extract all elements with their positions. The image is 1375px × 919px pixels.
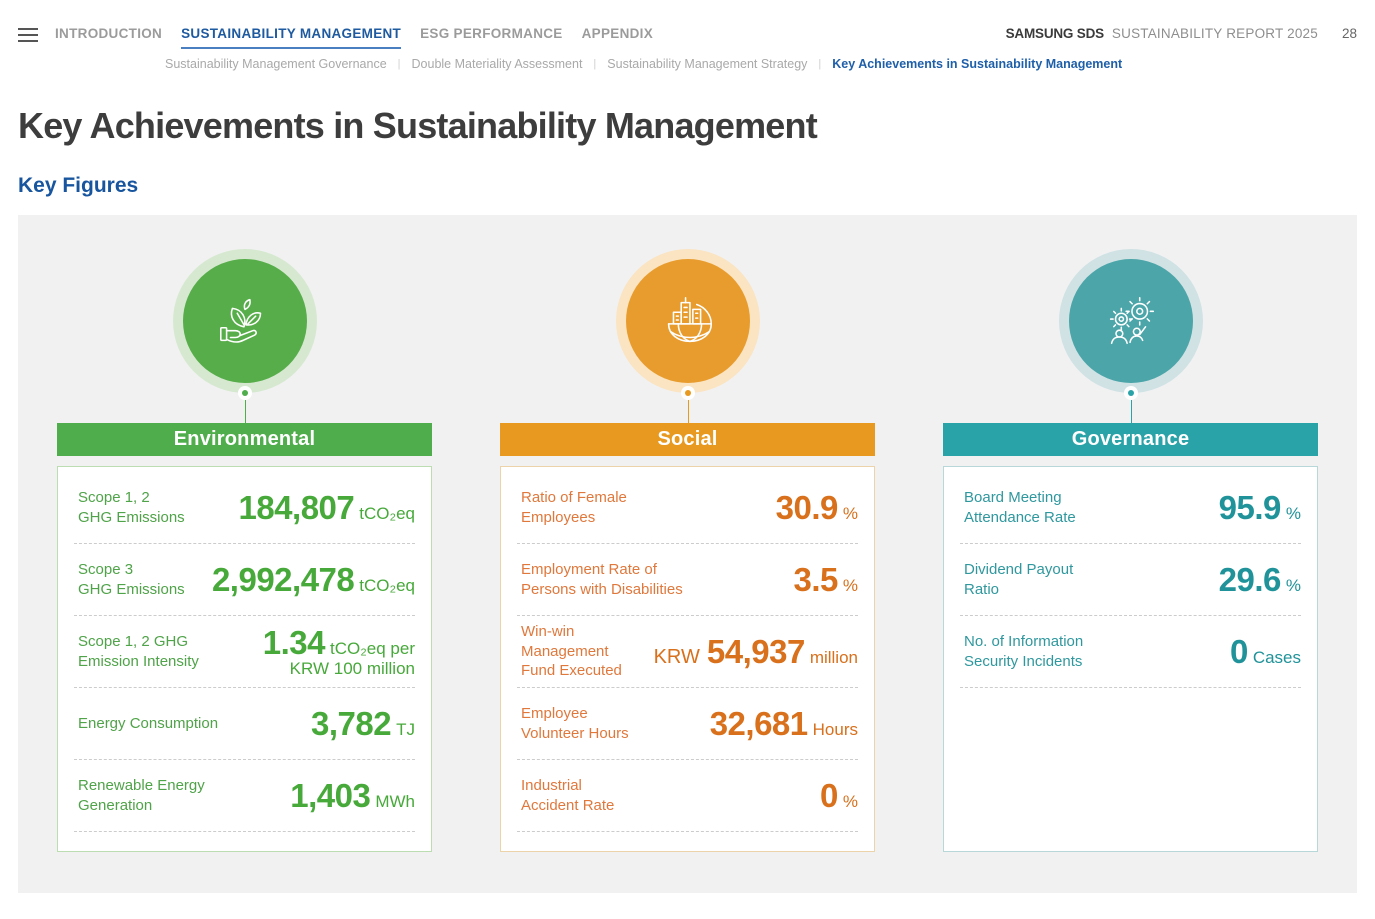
- environmental-header: Environmental: [57, 423, 432, 456]
- kpi-value: 3.5%: [794, 562, 859, 598]
- connector-dot: [238, 386, 252, 400]
- sub-nav: Sustainability Management Governance | D…: [165, 57, 1357, 71]
- kpi-value: 95.9%: [1219, 490, 1301, 526]
- governance-header: Governance: [943, 423, 1318, 456]
- kpi-row: Energy Consumption 3,782TJ: [74, 688, 415, 760]
- report-meta: SAMSUNG SDS SUSTAINABILITY REPORT 2025 2…: [1006, 26, 1357, 41]
- kpi-value: 1,403MWh: [290, 778, 415, 814]
- buildings-globe-icon: [657, 290, 719, 352]
- nav-esg-performance[interactable]: ESG PERFORMANCE: [420, 26, 563, 49]
- kpi-label: Scope 1, 2 GHG Emissions: [74, 488, 185, 527]
- pillar-governance: Governance Board Meeting Attendance Rate…: [943, 249, 1318, 893]
- kpi-value: 3,782TJ: [311, 706, 415, 742]
- kpi-label: Energy Consumption: [74, 714, 218, 734]
- key-figures-panel: Environmental Scope 1, 2 GHG Emissions 1…: [18, 215, 1357, 893]
- social-circle: [616, 249, 760, 393]
- social-header: Social: [500, 423, 875, 456]
- section-title: Key Figures: [18, 174, 1375, 198]
- kpi-value: 0%: [820, 778, 858, 814]
- governance-kpi-box: Board Meeting Attendance Rate 95.9% Divi…: [943, 466, 1318, 852]
- kpi-value: 32,681Hours: [710, 706, 858, 742]
- nav-sustainability-management[interactable]: SUSTAINABILITY MANAGEMENT: [181, 26, 401, 49]
- subnav-key-achievements[interactable]: Key Achievements in Sustainability Manag…: [832, 57, 1122, 71]
- kpi-label: Scope 3 GHG Emissions: [74, 560, 185, 599]
- kpi-label: Dividend Payout Ratio: [960, 560, 1073, 599]
- kpi-label: Scope 1, 2 GHG Emission Intensity: [74, 632, 199, 671]
- subnav-governance[interactable]: Sustainability Management Governance: [165, 57, 387, 71]
- connector-line: [1131, 400, 1132, 423]
- page-number: 28: [1342, 26, 1357, 41]
- menu-icon[interactable]: [18, 28, 38, 42]
- kpi-label: Industrial Accident Rate: [517, 776, 614, 815]
- top-bar: INTRODUCTION SUSTAINABILITY MANAGEMENT E…: [0, 0, 1375, 71]
- kpi-row: Win-win Management Fund Executed KRW54,9…: [517, 616, 858, 688]
- connector-line: [688, 400, 689, 423]
- kpi-row: Industrial Accident Rate 0%: [517, 760, 858, 832]
- kpi-row: Dividend Payout Ratio 29.6%: [960, 544, 1301, 616]
- people-gears-icon: [1100, 290, 1162, 352]
- kpi-value: 184,807tCO₂eq: [238, 490, 415, 526]
- environmental-figure: [57, 249, 432, 423]
- governance-figure: [943, 249, 1318, 423]
- main-nav: INTRODUCTION SUSTAINABILITY MANAGEMENT E…: [55, 26, 653, 49]
- nav-appendix[interactable]: APPENDIX: [582, 26, 653, 49]
- kpi-label: Ratio of Female Employees: [517, 488, 627, 527]
- kpi-row: Board Meeting Attendance Rate 95.9%: [960, 472, 1301, 544]
- connector-dot: [1124, 386, 1138, 400]
- governance-circle: [1059, 249, 1203, 393]
- kpi-label: Board Meeting Attendance Rate: [960, 488, 1076, 527]
- pillar-environmental: Environmental Scope 1, 2 GHG Emissions 1…: [57, 249, 432, 893]
- subnav-double-materiality[interactable]: Double Materiality Assessment: [412, 57, 583, 71]
- kpi-row: Employee Volunteer Hours 32,681Hours: [517, 688, 858, 760]
- subnav-separator: |: [818, 58, 821, 70]
- connector-line: [245, 400, 246, 423]
- page-title: Key Achievements in Sustainability Manag…: [18, 105, 1375, 147]
- kpi-label: Win-win Management Fund Executed: [517, 622, 654, 681]
- kpi-row: No. of Information Security Incidents 0C…: [960, 616, 1301, 688]
- kpi-label: Employment Rate of Persons with Disabili…: [517, 560, 683, 599]
- subnav-separator: |: [593, 58, 596, 70]
- kpi-row: Ratio of Female Employees 30.9%: [517, 472, 858, 544]
- kpi-label: No. of Information Security Incidents: [960, 632, 1083, 671]
- connector-dot: [681, 386, 695, 400]
- kpi-value: 30.9%: [776, 490, 858, 526]
- social-figure: [500, 249, 875, 423]
- subnav-strategy[interactable]: Sustainability Management Strategy: [607, 57, 807, 71]
- kpi-row: Scope 3 GHG Emissions 2,992,478tCO₂eq: [74, 544, 415, 616]
- hand-with-leaves-icon: [214, 290, 276, 352]
- kpi-label: Renewable Energy Generation: [74, 776, 205, 815]
- brand-logo: SAMSUNG SDS: [1006, 26, 1104, 41]
- nav-introduction[interactable]: INTRODUCTION: [55, 26, 162, 49]
- kpi-label: Employee Volunteer Hours: [517, 704, 629, 743]
- kpi-value: KRW54,937million: [654, 634, 858, 670]
- kpi-value: 29.6%: [1219, 562, 1301, 598]
- environmental-kpi-box: Scope 1, 2 GHG Emissions 184,807tCO₂eq S…: [57, 466, 432, 852]
- kpi-row: Scope 1, 2 GHG Emission Intensity 1.34tC…: [74, 616, 415, 688]
- kpi-row: Employment Rate of Persons with Disabili…: [517, 544, 858, 616]
- environmental-circle: [173, 249, 317, 393]
- report-title: SUSTAINABILITY REPORT 2025: [1112, 26, 1318, 41]
- kpi-value: 0Cases: [1230, 634, 1301, 670]
- kpi-value: 1.34tCO₂eq per KRW 100 million: [263, 625, 415, 679]
- kpi-row: Scope 1, 2 GHG Emissions 184,807tCO₂eq: [74, 472, 415, 544]
- kpi-value: 2,992,478tCO₂eq: [212, 562, 415, 598]
- pillar-social: Social Ratio of Female Employees 30.9% E…: [500, 249, 875, 893]
- subnav-separator: |: [398, 58, 401, 70]
- kpi-row: Renewable Energy Generation 1,403MWh: [74, 760, 415, 832]
- social-kpi-box: Ratio of Female Employees 30.9% Employme…: [500, 466, 875, 852]
